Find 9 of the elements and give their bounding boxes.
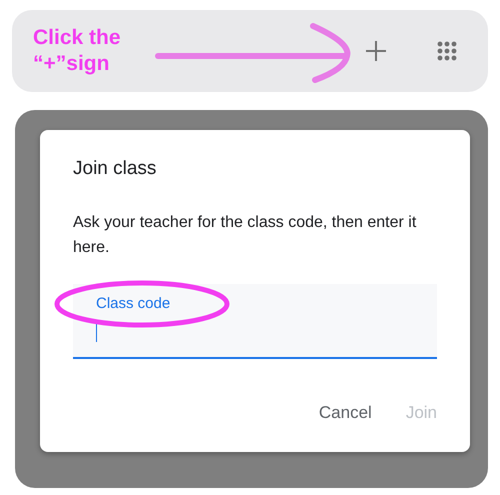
- dialog-message: Ask your teacher for the class code, then enter it here.: [73, 213, 418, 258]
- dialog-title: Join class: [73, 158, 158, 180]
- class-code-field[interactable]: Class code: [73, 284, 437, 359]
- grid-icon: [437, 41, 457, 61]
- annotation-text: Click the “+”sign: [33, 25, 122, 77]
- text-cursor: [96, 323, 97, 342]
- dialog-button[interactable]: Cancel: [306, 397, 384, 429]
- field-label: Class code: [96, 295, 170, 312]
- plus-icon: [365, 40, 387, 62]
